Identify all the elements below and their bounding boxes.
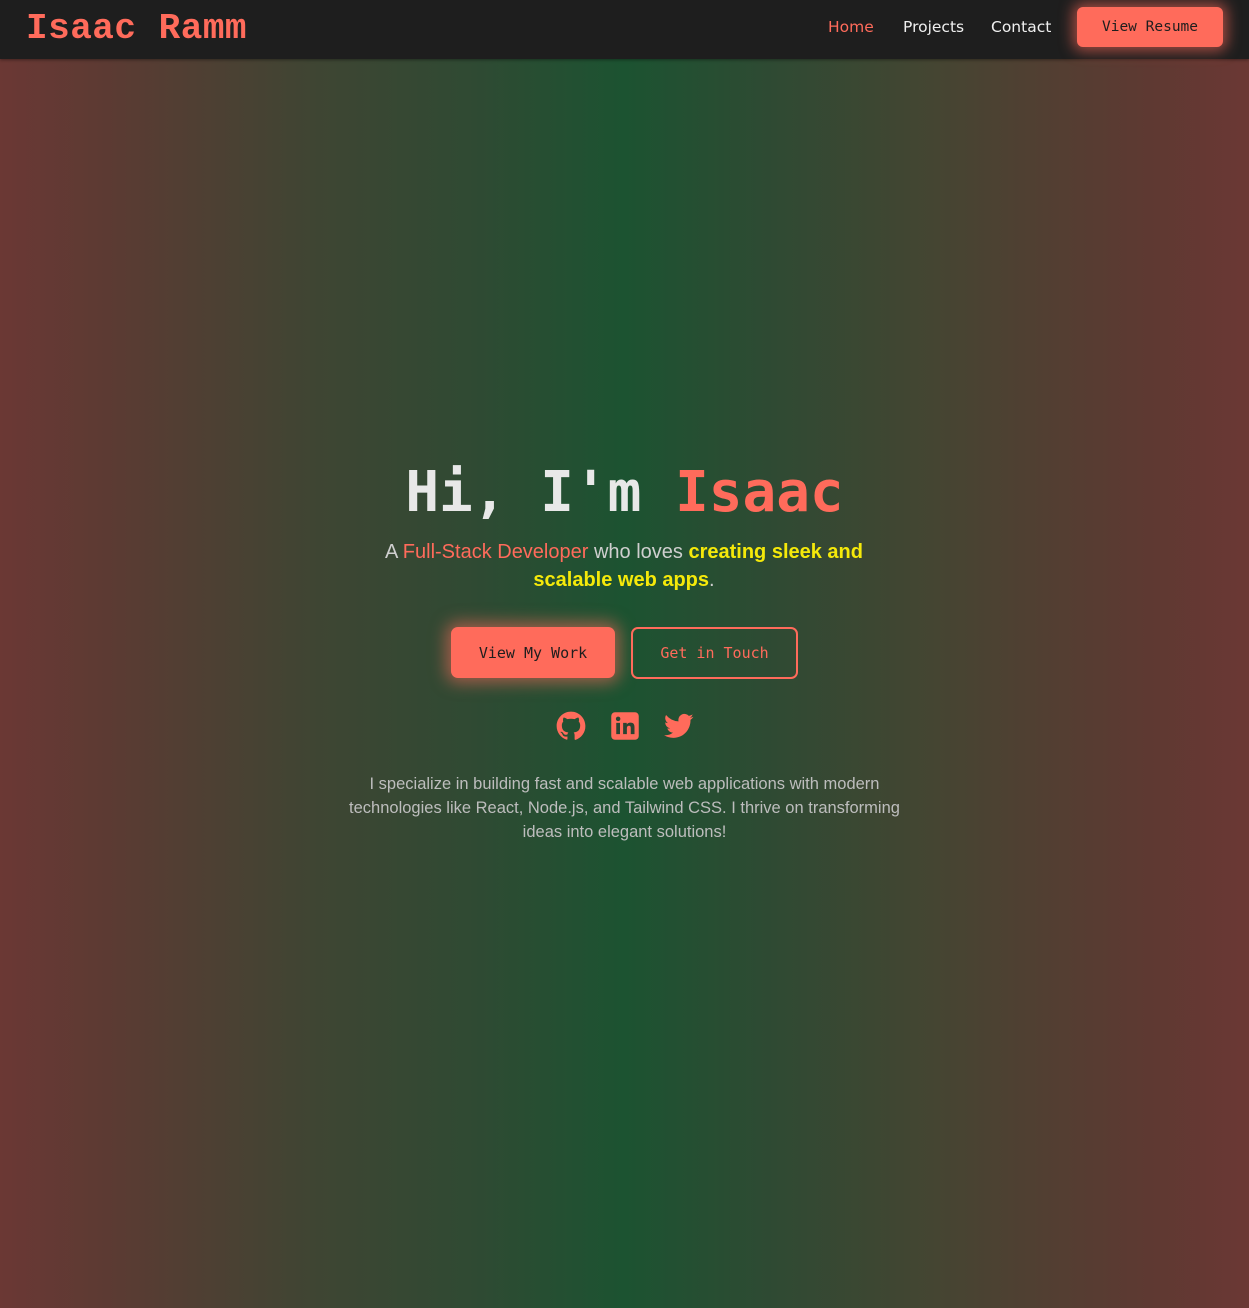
twitter-icon[interactable] <box>664 711 694 741</box>
hero-name: Isaac <box>675 460 844 525</box>
view-my-work-button[interactable]: View My Work <box>451 627 615 678</box>
hero-tagline: A Full-Stack Developer who loves creatin… <box>374 538 874 594</box>
about-text: I specialize in building fast and scalab… <box>349 775 900 841</box>
tagline-role: Full-Stack Developer <box>402 541 589 563</box>
hero-greeting: Hi, I'm <box>405 460 676 525</box>
github-icon[interactable] <box>556 711 586 741</box>
tagline-prefix: A <box>384 541 403 563</box>
view-resume-button[interactable]: View Resume <box>1077 7 1223 47</box>
hero-title: Hi, I'm Isaac <box>0 458 1249 528</box>
get-in-touch-button[interactable]: Get in Touch <box>631 627 798 679</box>
nav-link-projects[interactable]: Projects <box>903 18 964 36</box>
brand-logo[interactable]: Isaac Ramm <box>26 8 247 49</box>
tagline-middle: who loves <box>588 541 689 563</box>
linkedin-icon[interactable] <box>610 711 640 741</box>
navbar: Isaac Ramm Home Projects Contact View Re… <box>0 0 1249 59</box>
nav-link-home[interactable]: Home <box>828 18 874 36</box>
tagline-suffix: . <box>709 569 715 591</box>
nav-link-contact[interactable]: Contact <box>991 18 1051 36</box>
